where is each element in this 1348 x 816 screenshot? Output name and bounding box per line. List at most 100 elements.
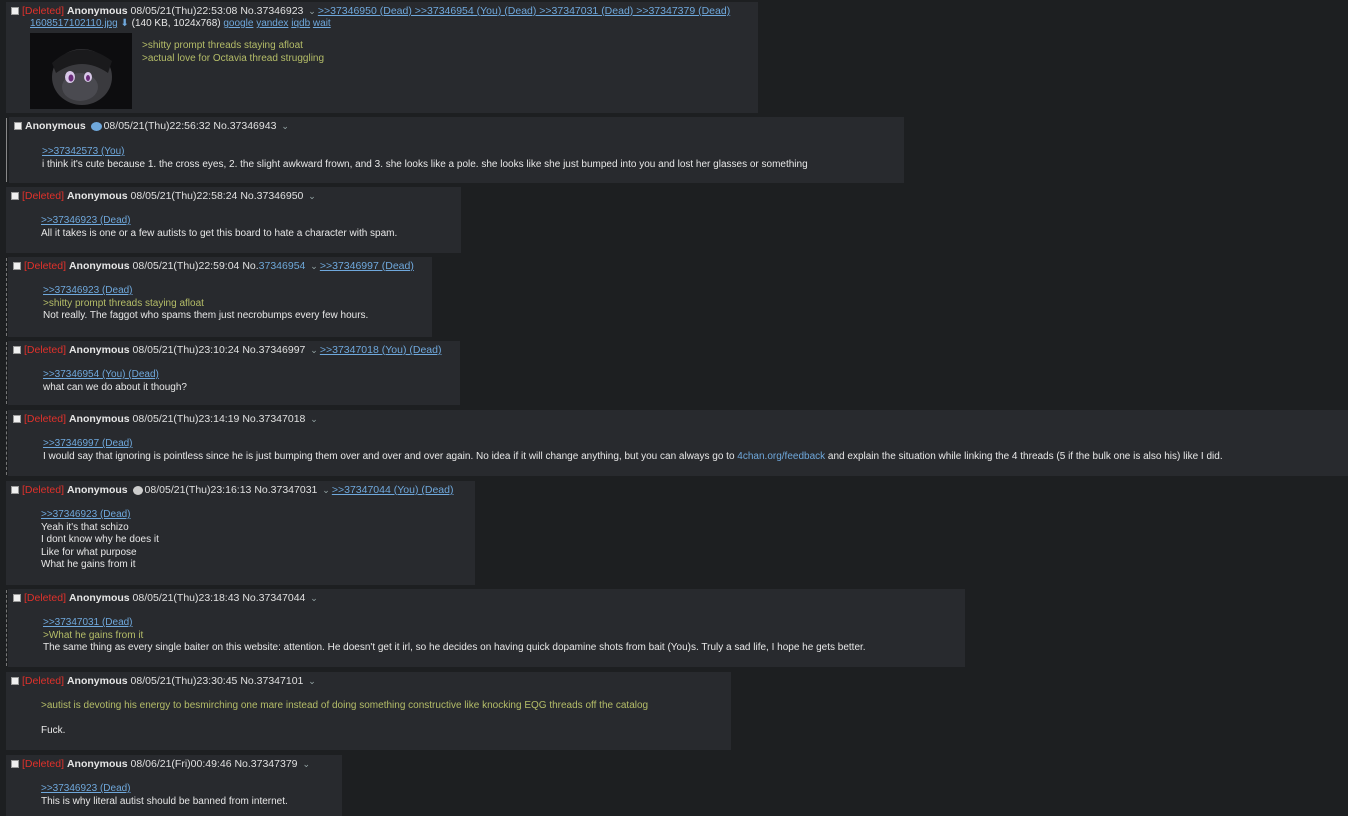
post-header: [Deleted] Anonymous 08/05/21(Thu)23:16:1… — [6, 484, 453, 497]
post-checkbox[interactable] — [13, 593, 21, 602]
quote-link[interactable]: >>37347031 (Dead) — [43, 617, 866, 630]
reply-indicator — [6, 590, 7, 666]
post-number[interactable]: No.37347031 — [254, 484, 317, 496]
post-date: 08/05/21(Thu)22:56:32 — [103, 120, 211, 132]
post-checkbox[interactable] — [11, 191, 19, 200]
reply-indicator — [6, 342, 7, 404]
reply-indicator — [6, 411, 7, 475]
post-thumbnail[interactable] — [30, 33, 132, 109]
file-name-link[interactable]: 1608517102110.jpg — [30, 18, 118, 29]
post-number[interactable]: No.37346923 — [240, 5, 303, 17]
chevron-down-icon[interactable]: ⌄ — [322, 485, 330, 495]
post-number-link[interactable]: 37346954 — [259, 260, 306, 272]
post-number[interactable]: No.37346997 — [242, 344, 305, 356]
deleted-tag: [Deleted] — [22, 5, 65, 17]
post-number[interactable]: No.37347018 — [242, 413, 305, 425]
iqdb-search-link[interactable]: iqdb — [291, 18, 310, 29]
quote-link[interactable]: >>37346997 (Dead) — [43, 438, 1223, 451]
post-header: [Deleted] Anonymous 08/05/21(Thu)23:30:4… — [6, 675, 318, 688]
chevron-down-icon[interactable]: ⌄ — [308, 191, 316, 201]
post-header: [Deleted] Anonymous 08/05/21(Thu)23:10:2… — [8, 344, 441, 357]
post-number[interactable]: No.37347044 — [242, 592, 305, 604]
post-date: 08/05/21(Thu)23:30:45 — [130, 675, 238, 687]
reply-post: [Deleted] Anonymous 08/05/21(Thu)23:14:1… — [8, 410, 1348, 476]
google-search-link[interactable]: google — [223, 18, 253, 29]
post-checkbox[interactable] — [14, 121, 22, 130]
quote-link[interactable]: >>37346923 (Dead) — [41, 215, 397, 228]
greentext-line: >autist is devoting his energy to besmir… — [41, 700, 649, 711]
post-message: >>37346954 (You) (Dead) what can we do a… — [43, 369, 187, 394]
feedback-link[interactable]: 4chan.org/feedback — [737, 451, 825, 462]
flag-icon — [90, 121, 102, 131]
message-text: I would say that ignoring is pointless s… — [43, 450, 738, 462]
quote-link[interactable]: >>37346923 (Dead) — [41, 509, 159, 522]
post-message: >>37346923 (Dead) Yeah it's that schizo … — [41, 509, 159, 572]
message-line: I would say that ignoring is pointless s… — [43, 451, 1223, 464]
reply-links[interactable]: >>37346950 (Dead) >>37346954 (You) (Dead… — [318, 5, 730, 17]
post-number[interactable]: No.37346950 — [240, 190, 303, 202]
chevron-down-icon[interactable]: ⌄ — [308, 6, 316, 16]
poster-name: Anonymous — [68, 260, 130, 272]
chevron-down-icon[interactable]: ⌄ — [308, 676, 316, 686]
reply-post: [Deleted] Anonymous 08/05/21(Thu)22:58:2… — [6, 187, 461, 253]
quote-link[interactable]: >>37346923 (Dead) — [41, 783, 288, 796]
chevron-down-icon[interactable]: ⌄ — [310, 593, 318, 603]
quote-link[interactable]: >>37346923 (Dead) — [43, 285, 368, 298]
post-header: [Deleted] Anonymous 08/05/21(Thu)23:18:4… — [8, 592, 320, 605]
reply-indicator — [6, 118, 7, 182]
reply-indicator — [6, 258, 7, 336]
post-message: >>37346923 (Dead) This is why literal au… — [41, 783, 288, 808]
wait-search-link[interactable]: wait — [313, 18, 331, 29]
post-message: >autist is devoting his energy to besmir… — [41, 700, 648, 737]
post-message: >>37346997 (Dead) I would say that ignor… — [43, 438, 1223, 463]
message-line: Like for what purpose — [41, 546, 137, 558]
post-checkbox[interactable] — [11, 676, 19, 685]
post-header: Anonymous 08/05/21(Thu)22:56:32 No.37346… — [9, 120, 291, 133]
reply-post: [Deleted] Anonymous 08/05/21(Thu)23:16:1… — [6, 481, 475, 585]
download-icon[interactable]: ⬇ — [120, 18, 128, 29]
post-date: 08/05/21(Thu)22:59:04 — [132, 260, 240, 272]
chevron-down-icon[interactable]: ⌄ — [310, 261, 318, 271]
deleted-tag: [Deleted] — [22, 484, 65, 496]
chevron-down-icon[interactable]: ⌄ — [281, 121, 289, 131]
post-message: >>37342573 (You) i think it's cute becau… — [42, 146, 808, 171]
reply-post: [Deleted] Anonymous 08/05/21(Thu)23:10:2… — [8, 341, 460, 405]
poster-name: Anonymous — [66, 675, 128, 687]
poster-name: Anonymous — [66, 5, 128, 17]
chevron-down-icon[interactable]: ⌄ — [310, 345, 318, 355]
reply-links[interactable]: >>37347044 (You) (Dead) — [332, 484, 454, 496]
post-number[interactable]: No.37346943 — [213, 120, 276, 132]
message-line: Yeah it's that schizo — [41, 521, 129, 533]
post-checkbox[interactable] — [11, 485, 19, 494]
post-number[interactable]: No.37347379 — [234, 758, 297, 770]
deleted-tag: [Deleted] — [22, 190, 65, 202]
post-message: >>37347031 (Dead) >What he gains from it… — [43, 617, 866, 655]
reply-post: Anonymous 08/05/21(Thu)22:56:32 No.37346… — [9, 117, 904, 183]
poster-name: Anonymous — [25, 120, 86, 132]
chevron-down-icon[interactable]: ⌄ — [302, 759, 310, 769]
post-number[interactable]: No.37347101 — [240, 675, 303, 687]
poster-name: Anonymous — [66, 484, 128, 496]
poster-name: Anonymous — [66, 190, 128, 202]
post-message: >>37346923 (Dead) >shitty prompt threads… — [43, 285, 368, 323]
deleted-tag: [Deleted] — [24, 344, 67, 356]
post-checkbox[interactable] — [11, 759, 19, 768]
quote-link[interactable]: >>37342573 (You) — [42, 146, 808, 159]
post-checkbox[interactable] — [13, 414, 21, 423]
chevron-down-icon[interactable]: ⌄ — [310, 414, 318, 424]
message-line: What he gains from it — [41, 559, 136, 570]
quote-link[interactable]: >>37346954 (You) (Dead) — [43, 369, 187, 382]
post-checkbox[interactable] — [13, 261, 21, 270]
deleted-tag: [Deleted] — [24, 592, 67, 604]
post-checkbox[interactable] — [11, 6, 19, 15]
greentext-line: >What he gains from it — [43, 629, 144, 641]
deleted-tag: [Deleted] — [24, 413, 67, 425]
message-line: what can we do about it though? — [43, 381, 187, 393]
yandex-search-link[interactable]: yandex — [256, 18, 288, 29]
reply-links[interactable]: >>37346997 (Dead) — [320, 260, 414, 272]
greentext-line: >shitty prompt threads staying afloat — [43, 297, 204, 309]
file-info: 1608517102110.jpg ⬇ (140 KB, 1024x768) g… — [30, 18, 331, 31]
reply-links[interactable]: >>37347018 (You) (Dead) — [320, 344, 442, 356]
post-checkbox[interactable] — [13, 345, 21, 354]
reply-post: [Deleted] Anonymous 08/06/21(Fri)00:49:4… — [6, 755, 342, 816]
